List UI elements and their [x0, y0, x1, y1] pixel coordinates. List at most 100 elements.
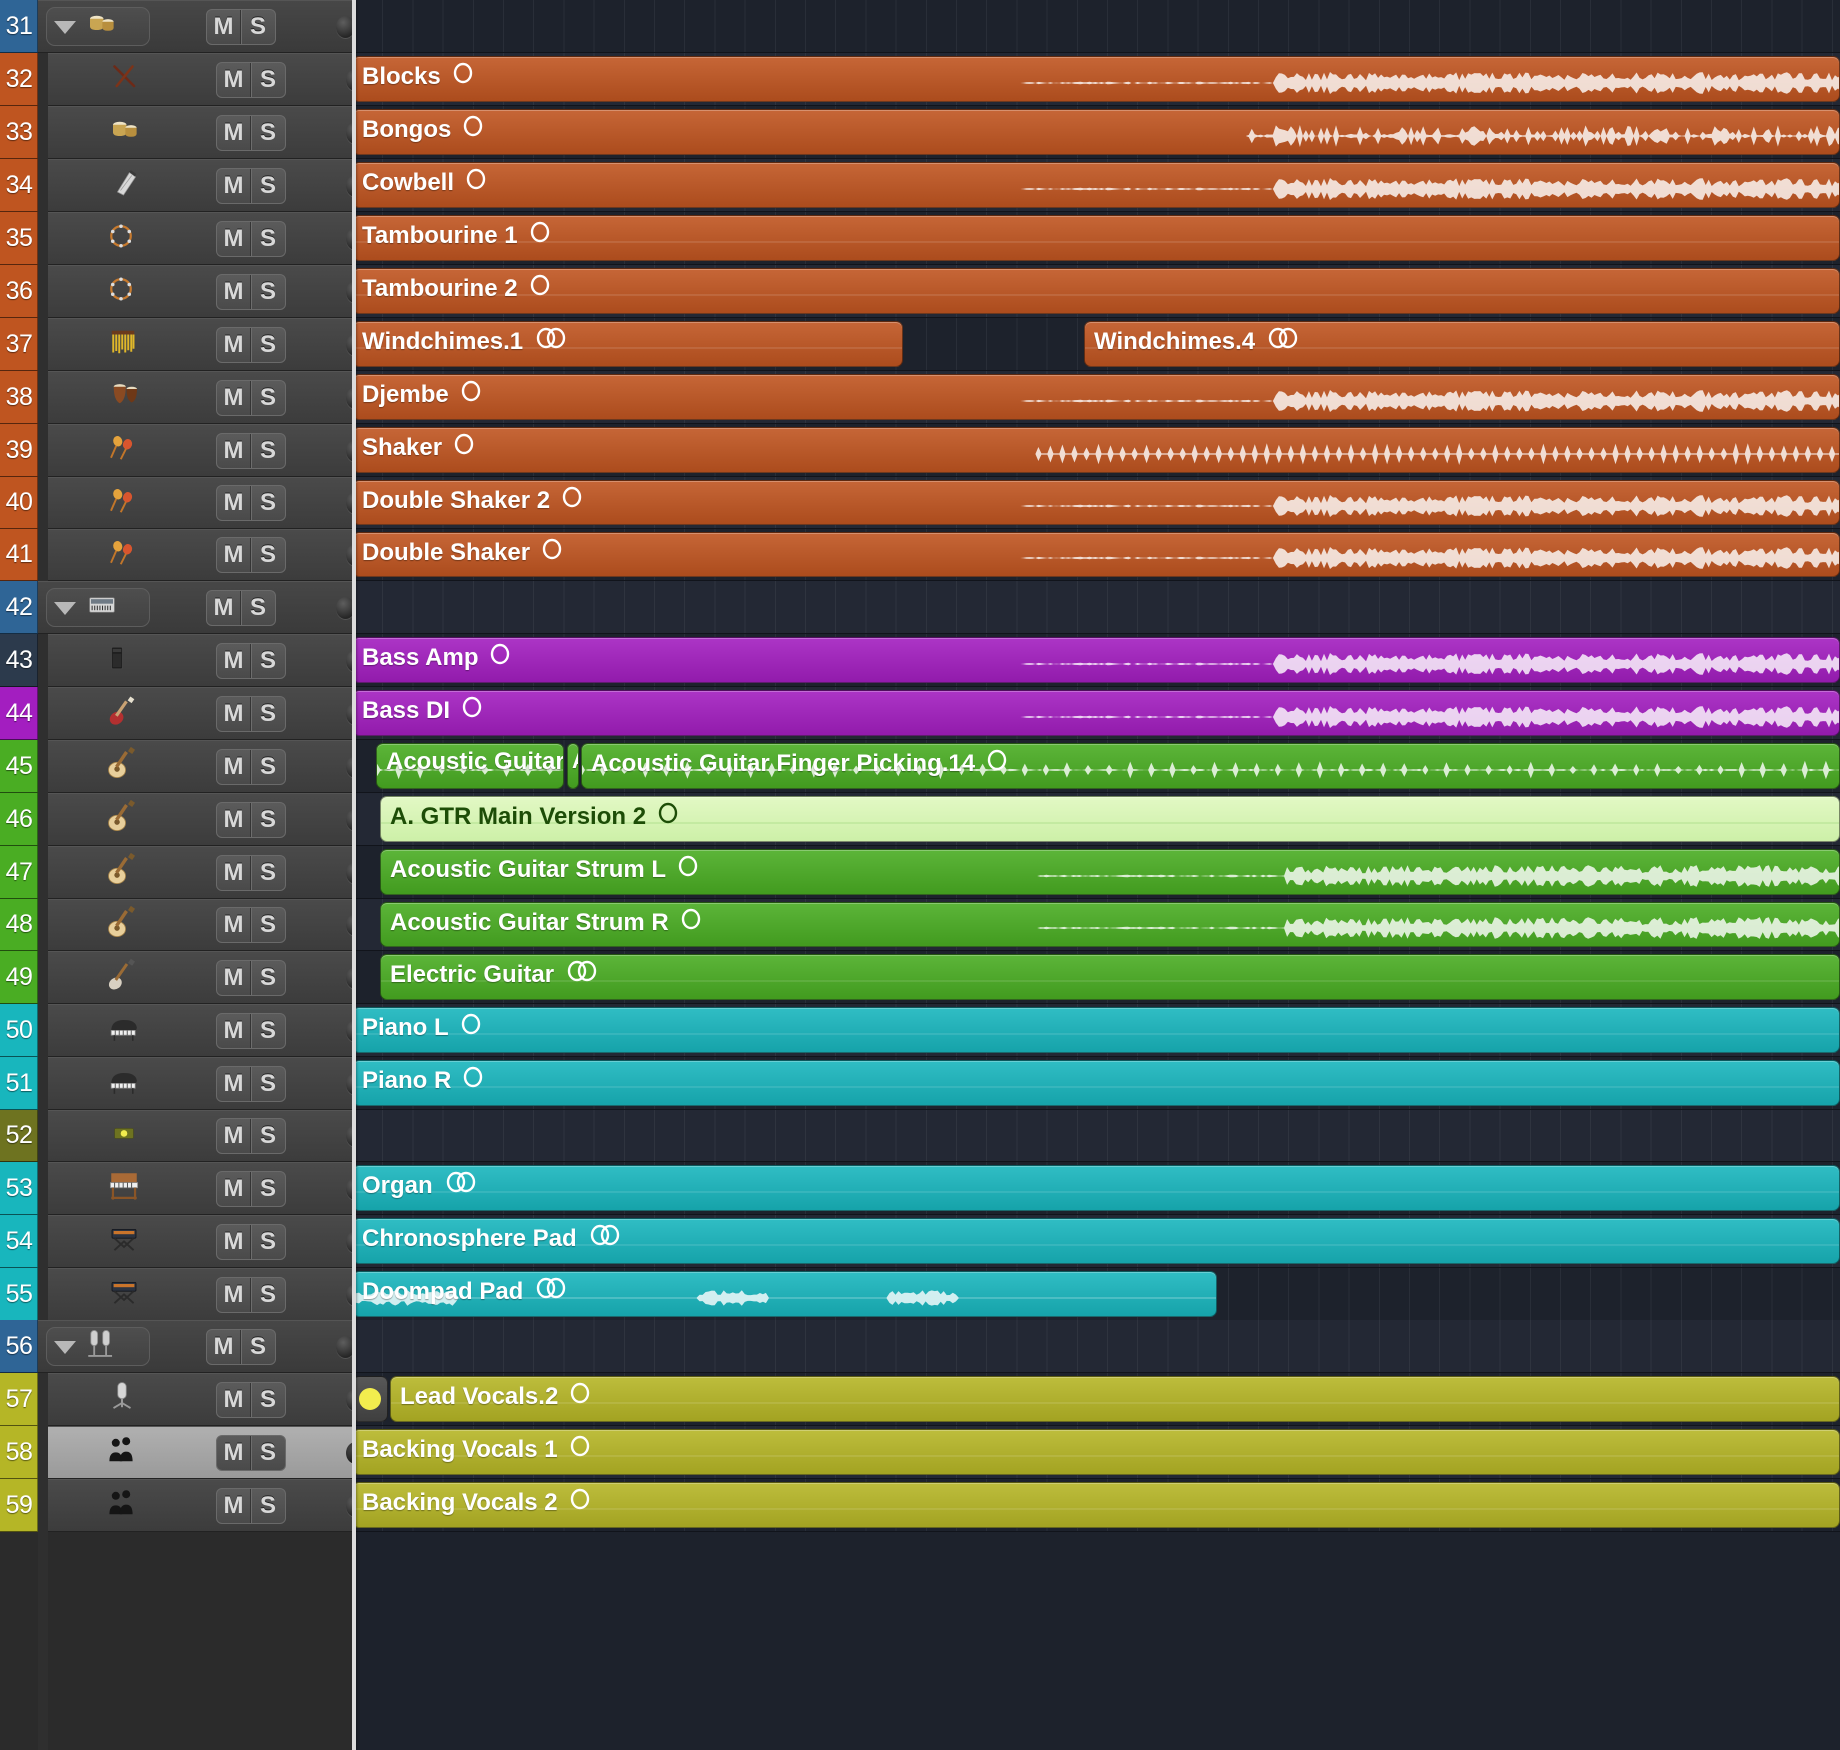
- disclosure-triangle-icon[interactable]: [54, 1341, 76, 1354]
- track-row-54[interactable]: 54 M S: [0, 1215, 365, 1268]
- mute-solo-buttons[interactable]: MS: [206, 8, 276, 45]
- mute-button[interactable]: M: [207, 9, 241, 44]
- track-row-43[interactable]: 43 M S: [0, 634, 365, 687]
- mute-solo-buttons[interactable]: MS: [206, 1328, 276, 1365]
- track-row-42[interactable]: 42 M S: [0, 581, 355, 634]
- track-header[interactable]: MS: [48, 634, 365, 687]
- solo-button[interactable]: S: [251, 1436, 285, 1470]
- audio-region[interactable]: Djembe: [352, 374, 1840, 420]
- solo-button[interactable]: S: [251, 486, 285, 520]
- track-instrument-pill[interactable]: [70, 852, 166, 892]
- mute-solo-buttons[interactable]: MS: [216, 326, 286, 363]
- track-number-45[interactable]: 45: [0, 740, 38, 793]
- mute-solo-buttons[interactable]: MS: [216, 907, 286, 943]
- track-row-37[interactable]: 37 M S: [0, 318, 365, 371]
- mute-solo-buttons[interactable]: MS: [216, 854, 286, 891]
- timeline-lane[interactable]: [352, 581, 1840, 634]
- solo-button[interactable]: S: [251, 1383, 285, 1417]
- audio-region[interactable]: Double Shaker 2: [352, 480, 1840, 525]
- audio-region[interactable]: Bass DI: [352, 690, 1840, 736]
- mute-solo-buttons[interactable]: MS: [216, 432, 286, 469]
- track-header[interactable]: MS: [38, 1320, 355, 1373]
- track-header[interactable]: MS: [48, 899, 365, 951]
- solo-button[interactable]: S: [241, 591, 275, 625]
- track-header[interactable]: MS: [38, 0, 355, 53]
- solo-button[interactable]: S: [251, 275, 285, 309]
- mute-button[interactable]: M: [217, 1435, 251, 1470]
- track-header[interactable]: MS: [48, 318, 365, 371]
- audio-region[interactable]: Acoustic Guitar Fin: [376, 743, 564, 789]
- mute-button[interactable]: M: [217, 327, 251, 362]
- audio-region[interactable]: Electric Guitar: [380, 954, 1840, 1000]
- track-instrument-pill[interactable]: [46, 588, 150, 627]
- solo-button[interactable]: S: [251, 1172, 285, 1206]
- track-instrument-pill[interactable]: [70, 431, 166, 470]
- audio-region[interactable]: Acoustic Guitar Strum R: [380, 902, 1840, 947]
- mute-button[interactable]: M: [217, 1224, 251, 1259]
- track-number-33[interactable]: 33: [0, 106, 38, 159]
- mute-solo-buttons[interactable]: MS: [216, 1065, 286, 1102]
- mute-button[interactable]: M: [217, 1066, 251, 1101]
- track-number-31[interactable]: 31: [0, 0, 38, 53]
- mute-solo-buttons[interactable]: MS: [216, 959, 286, 996]
- track-number-42[interactable]: 42: [0, 581, 38, 634]
- audio-region[interactable]: Piano R: [352, 1060, 1840, 1106]
- track-row-38[interactable]: 38 M S: [0, 371, 365, 424]
- mute-solo-buttons[interactable]: MS: [206, 589, 276, 626]
- audio-region[interactable]: Tambourine 2: [352, 268, 1840, 314]
- track-number-44[interactable]: 44: [0, 687, 38, 740]
- track-header[interactable]: MS: [48, 1426, 365, 1479]
- track-instrument-pill[interactable]: [70, 694, 166, 733]
- mute-button[interactable]: M: [217, 433, 251, 468]
- track-number-36[interactable]: 36: [0, 265, 38, 318]
- track-row-41[interactable]: 41 M S: [0, 529, 365, 581]
- track-instrument-pill[interactable]: [70, 1011, 166, 1050]
- track-row-56[interactable]: 56 M S: [0, 1320, 355, 1373]
- solo-button[interactable]: S: [251, 538, 285, 572]
- mute-button[interactable]: M: [217, 1171, 251, 1206]
- track-number-38[interactable]: 38: [0, 371, 38, 424]
- track-number-40[interactable]: 40: [0, 477, 38, 529]
- mute-button[interactable]: M: [217, 1119, 251, 1153]
- audio-region[interactable]: Acoustic Guitar Strum L: [380, 849, 1840, 895]
- track-row-34[interactable]: 34 M S: [0, 159, 365, 212]
- solo-button[interactable]: S: [251, 434, 285, 468]
- track-row-55[interactable]: 55 M S: [0, 1268, 365, 1321]
- mute-solo-buttons[interactable]: MS: [216, 1381, 286, 1418]
- track-header[interactable]: MS: [48, 687, 365, 740]
- track-row-52[interactable]: 52 M S: [0, 1110, 365, 1162]
- mute-button[interactable]: M: [217, 1382, 251, 1417]
- disclosure-triangle-icon[interactable]: [54, 602, 76, 615]
- track-number-34[interactable]: 34: [0, 159, 38, 212]
- track-header[interactable]: MS: [48, 1057, 365, 1110]
- track-instrument-pill[interactable]: [70, 60, 166, 99]
- audio-region[interactable]: Chronosphere Pad: [352, 1218, 1840, 1264]
- solo-button[interactable]: S: [251, 1225, 285, 1259]
- track-header[interactable]: MS: [48, 951, 365, 1004]
- timeline-lane[interactable]: [352, 0, 1840, 53]
- solo-button[interactable]: S: [251, 961, 285, 995]
- mute-button[interactable]: M: [217, 538, 251, 572]
- mute-solo-buttons[interactable]: MS: [216, 1012, 286, 1049]
- solo-button[interactable]: S: [251, 1489, 285, 1523]
- mute-solo-buttons[interactable]: MS: [216, 61, 286, 98]
- arrange-timeline-area[interactable]: Blocks Bongos Cowbell Tambourine 1 Tambourin…: [352, 0, 1840, 1750]
- track-row-47[interactable]: 47 M S: [0, 846, 365, 899]
- track-number-43[interactable]: 43: [0, 634, 38, 687]
- audio-region[interactable]: Cowbell: [352, 162, 1840, 208]
- track-number-39[interactable]: 39: [0, 424, 38, 477]
- mute-solo-buttons[interactable]: MS: [216, 167, 286, 204]
- track-row-39[interactable]: 39 M S: [0, 424, 365, 477]
- solo-button[interactable]: S: [251, 1014, 285, 1048]
- track-number-58[interactable]: 58: [0, 1426, 38, 1479]
- mute-button[interactable]: M: [217, 696, 251, 731]
- track-header[interactable]: MS: [48, 1479, 365, 1532]
- track-instrument-pill[interactable]: [70, 484, 166, 522]
- mute-button[interactable]: M: [217, 115, 251, 150]
- solo-button[interactable]: S: [241, 10, 275, 44]
- track-instrument-pill[interactable]: [70, 1117, 166, 1155]
- mute-solo-buttons[interactable]: MS: [216, 1170, 286, 1207]
- track-number-52[interactable]: 52: [0, 1110, 38, 1162]
- mute-solo-buttons[interactable]: MS: [216, 273, 286, 310]
- track-row-49[interactable]: 49 M S: [0, 951, 365, 1004]
